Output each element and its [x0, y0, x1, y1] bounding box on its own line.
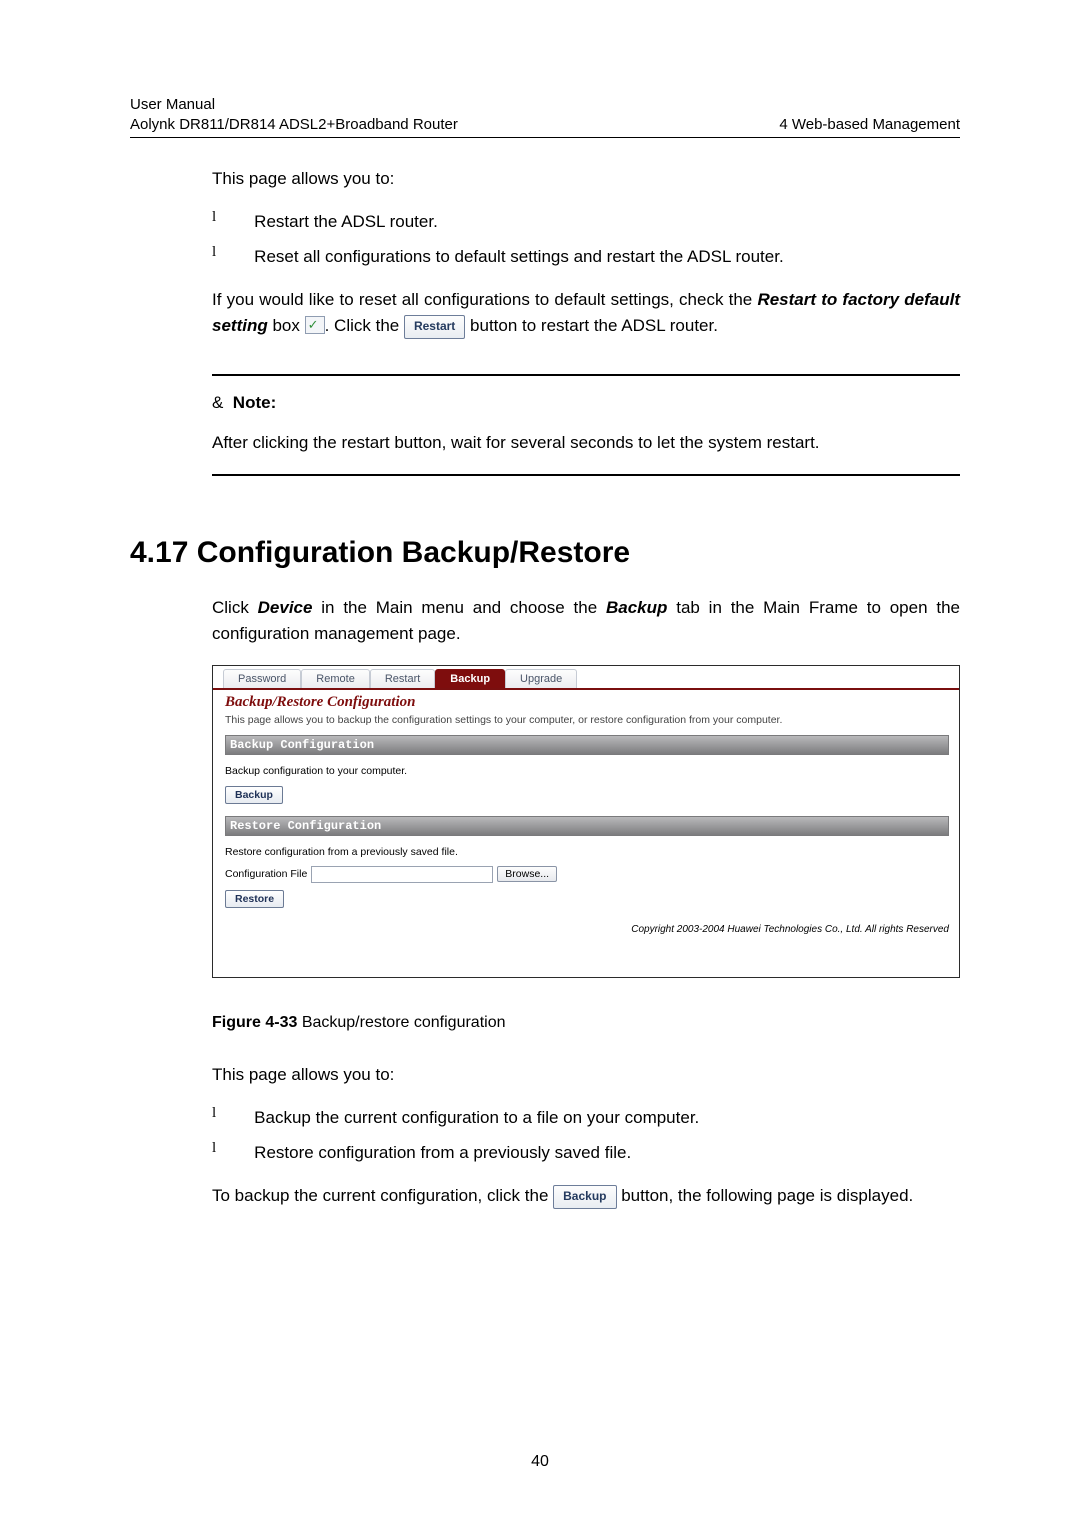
browse-button[interactable]: Browse...: [497, 866, 557, 882]
note-body: After clicking the restart button, wait …: [212, 430, 960, 456]
list-item-label: Backup the current configuration to a fi…: [254, 1105, 699, 1131]
note-rule-bottom: [212, 474, 960, 476]
copyright-text: Copyright 2003-2004 Huawei Technologies …: [225, 924, 949, 935]
bullet-icon: l: [212, 244, 216, 270]
bullet-icon: l: [212, 1105, 216, 1131]
intro-text-2: This page allows you to:: [212, 1062, 960, 1088]
restore-button[interactable]: Restore: [225, 890, 284, 908]
chapter-label: 4 Web-based Management: [779, 115, 960, 135]
backup-description: Backup configuration to your computer.: [225, 765, 949, 777]
figure-caption: Figure 4-33 Backup/restore configuration: [212, 1014, 960, 1032]
list-item: l Restart the ADSL router.: [212, 209, 960, 235]
list-item-label: Restart the ADSL router.: [254, 209, 438, 235]
restore-description: Restore configuration from a previously …: [225, 846, 949, 858]
backup-button-inline: Backup: [553, 1185, 616, 1209]
section-backup-header: Backup Configuration: [225, 735, 949, 755]
note-rule-top: [212, 374, 960, 376]
intro-text: This page allows you to:: [212, 166, 960, 192]
list-item-label: Restore configuration from a previously …: [254, 1140, 631, 1166]
screenshot-frame: Password Remote Restart Backup Upgrade B…: [212, 665, 960, 978]
restart-button-inline: Restart: [404, 315, 465, 339]
page-header: User Manual Aolynk DR811/DR814 ADSL2+Bro…: [130, 95, 960, 138]
config-page-title: Backup/Restore Configuration: [225, 694, 949, 711]
header-rule: [130, 137, 960, 138]
config-file-input[interactable]: [311, 866, 493, 883]
paragraph-backup-click: To backup the current configuration, cli…: [212, 1183, 960, 1209]
page-number: 40: [0, 1453, 1080, 1471]
tab-restart[interactable]: Restart: [370, 669, 435, 688]
config-page-subtitle: This page allows you to backup the confi…: [225, 713, 949, 727]
list-item-label: Reset all configurations to default sett…: [254, 244, 784, 270]
section-restore-header: Restore Configuration: [225, 816, 949, 836]
manual-title: User Manual: [130, 95, 458, 115]
paragraph-restart: If you would like to reset all configura…: [212, 287, 960, 340]
tab-backup[interactable]: Backup: [435, 669, 505, 688]
config-file-label: Configuration File: [225, 868, 307, 880]
manual-subtitle: Aolynk DR811/DR814 ADSL2+Broadband Route…: [130, 115, 458, 135]
tab-bar: Password Remote Restart Backup Upgrade: [213, 666, 959, 690]
tab-upgrade[interactable]: Upgrade: [505, 669, 577, 688]
tab-password[interactable]: Password: [223, 669, 301, 688]
list-item: l Reset all configurations to default se…: [212, 244, 960, 270]
backup-button[interactable]: Backup: [225, 786, 283, 804]
bullet-icon: l: [212, 209, 216, 235]
section-heading: 4.17 Configuration Backup/Restore: [130, 536, 960, 570]
tab-remote[interactable]: Remote: [301, 669, 370, 688]
bullet-icon: l: [212, 1140, 216, 1166]
list-item: l Restore configuration from a previousl…: [212, 1140, 960, 1166]
note-heading: & Note:: [212, 393, 960, 413]
checkbox-icon: [305, 316, 325, 334]
list-item: l Backup the current configuration to a …: [212, 1105, 960, 1131]
paragraph-open-backup: Click Device in the Main menu and choose…: [212, 595, 960, 648]
